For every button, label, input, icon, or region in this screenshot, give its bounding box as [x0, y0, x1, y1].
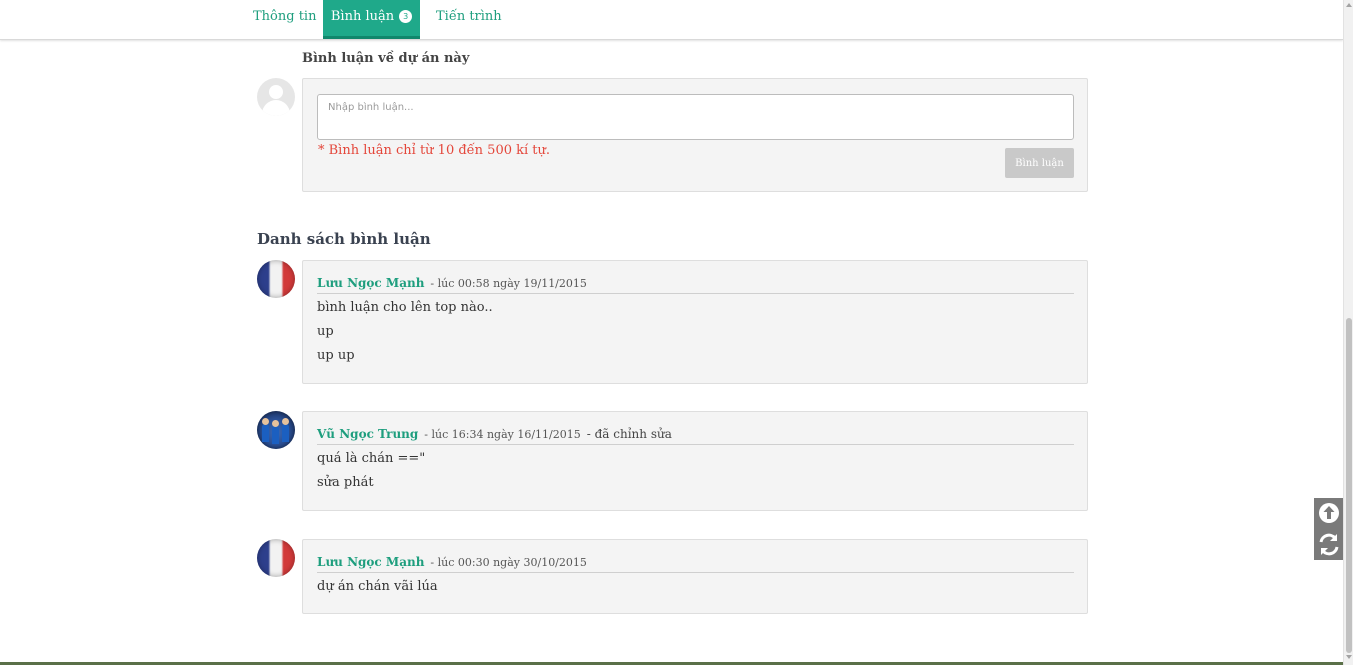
refresh-icon: [1319, 533, 1339, 556]
comment-form: * Bình luận chỉ từ 10 đến 500 kí tự. Bìn…: [302, 78, 1088, 192]
scroll-down-arrow-icon[interactable]: [1346, 655, 1352, 659]
scroll-thumb[interactable]: [1346, 318, 1352, 653]
scroll-up-arrow-icon[interactable]: [1346, 3, 1352, 7]
comment-edited-label: - đã chỉnh sửa: [586, 427, 672, 441]
tab-info[interactable]: Thông tin: [253, 0, 316, 39]
scroll-top-button[interactable]: [1314, 498, 1344, 529]
comment-author-link[interactable]: Vũ Ngọc Trung: [317, 427, 418, 441]
submit-comment-button[interactable]: Bình luận: [1005, 148, 1074, 178]
refresh-button[interactable]: [1314, 529, 1344, 560]
comment-line: bình luận cho lên top nào..: [317, 300, 493, 315]
comment-list-title: Danh sách bình luận: [257, 230, 431, 248]
current-user-avatar: [257, 78, 295, 116]
comment-item: Lưu Ngọc Mạnh - lúc 00:58 ngày 19/11/2015…: [302, 260, 1088, 384]
comment-input[interactable]: [317, 94, 1074, 140]
comment-timestamp: - lúc 16:34 ngày 16/11/2015: [424, 428, 581, 441]
comment-item: Vũ Ngọc Trung - lúc 16:34 ngày 16/11/2015…: [302, 411, 1088, 511]
comment-item: Lưu Ngọc Mạnh - lúc 00:30 ngày 30/10/2015…: [302, 539, 1088, 614]
page-scrollbar[interactable]: [1343, 0, 1353, 665]
comment-count-badge: 3: [399, 10, 413, 23]
avatar[interactable]: [257, 539, 295, 577]
comment-line: sửa phát: [317, 475, 374, 490]
arrow-circle-up-icon: [1319, 503, 1339, 523]
floating-tools: [1314, 498, 1344, 560]
comment-author-link[interactable]: Lưu Ngọc Mạnh: [317, 276, 424, 290]
comment-length-note: * Bình luận chỉ từ 10 đến 500 kí tự.: [318, 143, 551, 158]
comment-line: up up: [317, 348, 355, 363]
tab-bar: Thông tin Bình luận 3 Tiến trình: [0, 0, 1343, 40]
tab-progress[interactable]: Tiến trình: [436, 0, 502, 39]
comment-timestamp: - lúc 00:58 ngày 19/11/2015: [430, 277, 587, 290]
comment-header: Vũ Ngọc Trung - lúc 16:34 ngày 16/11/2015…: [317, 423, 1074, 445]
comment-form-title: Bình luận về dự án này: [302, 51, 470, 66]
tab-info-label: Thông tin: [253, 9, 317, 24]
comment-body: bình luận cho lên top nào.. up up up: [317, 299, 493, 371]
tab-progress-label: Tiến trình: [436, 9, 502, 24]
avatar[interactable]: [257, 260, 295, 298]
comment-line: up: [317, 324, 334, 339]
comment-line: dự án chán vãi lúa: [317, 579, 438, 594]
comment-line: quá là chán ==": [317, 451, 426, 466]
avatar[interactable]: [257, 411, 295, 449]
comment-header: Lưu Ngọc Mạnh - lúc 00:58 ngày 19/11/2015: [317, 272, 1074, 294]
tab-comments[interactable]: Bình luận 3: [323, 0, 420, 39]
comment-body: dự án chán vãi lúa: [317, 578, 438, 602]
comment-author-link[interactable]: Lưu Ngọc Mạnh: [317, 555, 424, 569]
comment-header: Lưu Ngọc Mạnh - lúc 00:30 ngày 30/10/2015: [317, 551, 1074, 573]
comment-timestamp: - lúc 00:30 ngày 30/10/2015: [430, 556, 587, 569]
tab-comments-label: Bình luận: [330, 9, 395, 24]
comment-body: quá là chán ==" sửa phát: [317, 450, 425, 498]
